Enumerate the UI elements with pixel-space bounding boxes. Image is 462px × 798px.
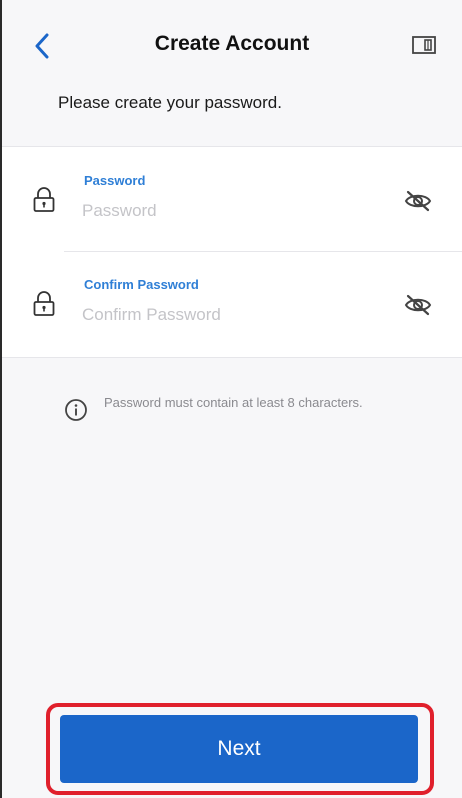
password-input[interactable] [82,197,382,225]
page-title: Create Account [154,32,310,55]
document-button[interactable] [408,30,440,60]
chevron-left-icon [35,33,49,59]
header-bar: Create Account [2,0,462,90]
info-icon [65,399,87,421]
next-button[interactable]: Next [60,715,418,783]
lock-icon [33,187,55,212]
instruction-text: Please create your password. [58,93,282,112]
lock-icon [33,291,55,316]
password-field: Password [2,147,462,251]
confirm-password-field: Confirm Password [2,251,462,355]
confirm-password-input[interactable] [82,301,382,329]
eye-slash-icon[interactable] [404,293,432,317]
document-icon [412,36,436,54]
password-label: Password [84,173,146,188]
eye-slash-icon[interactable] [404,189,432,213]
create-account-screen: Create Account Please create your passwo… [0,0,462,798]
confirm-password-label: Confirm Password [84,277,199,292]
hint-text: Password must contain at least 8 charact… [104,395,363,410]
back-button[interactable] [26,26,58,66]
password-form: Password Confirm Password [2,146,462,358]
